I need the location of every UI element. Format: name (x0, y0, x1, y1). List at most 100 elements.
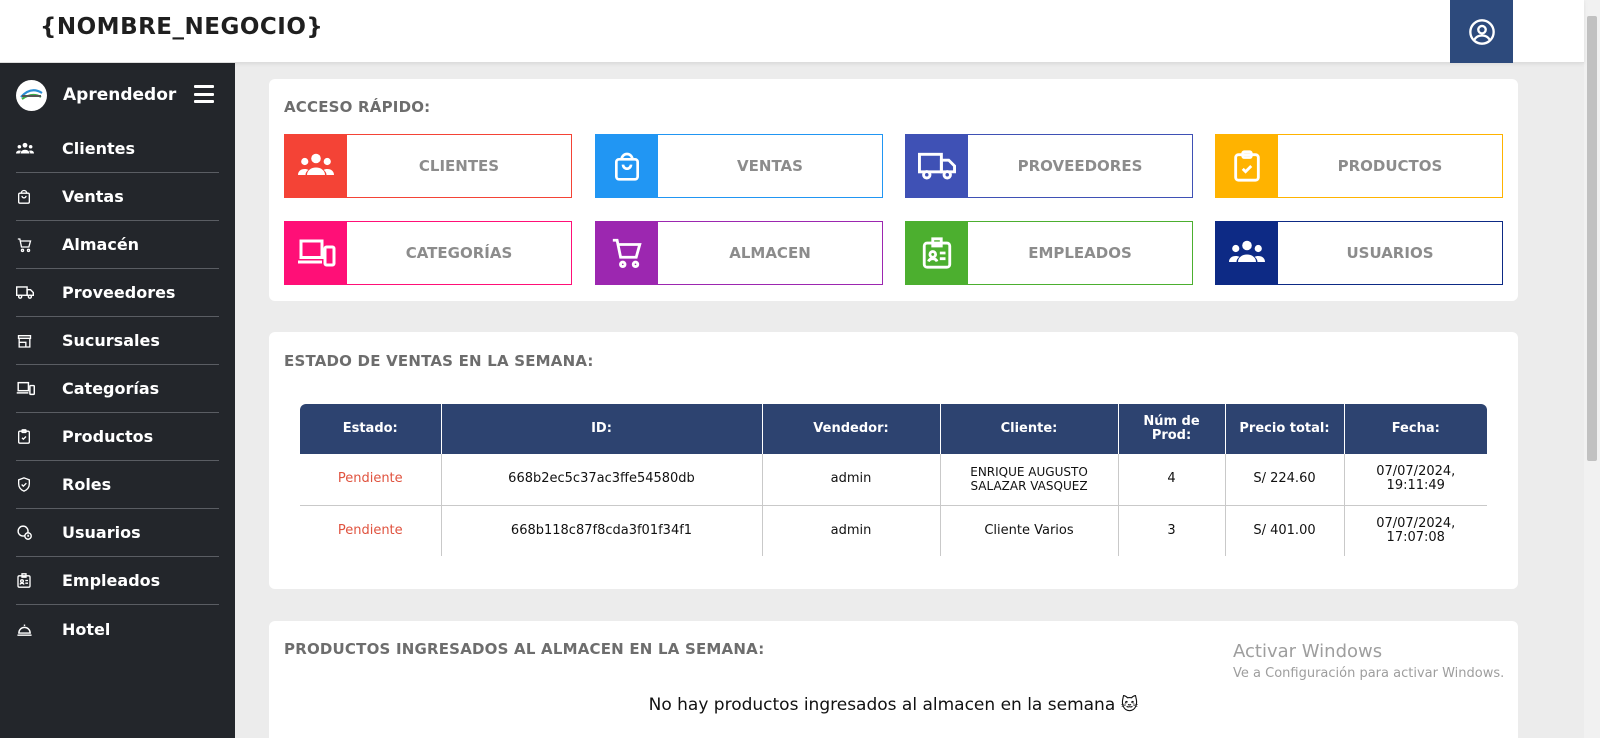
status-cell: Pendiente (300, 505, 442, 556)
sidebar-menu: Clientes Ventas Almacén Proveedores Sucu… (16, 125, 219, 653)
client-cell: Cliente Varios (940, 505, 1119, 556)
sidebar-item-productos[interactable]: Productos (16, 413, 219, 461)
date-cell: 07/07/2024, 19:11:49 (1344, 454, 1487, 506)
column-header: Fecha: (1344, 404, 1487, 454)
page-scrollbar[interactable] (1584, 0, 1600, 738)
sidebar-item-label: Productos (62, 427, 154, 446)
quick-access-label: ALMACEN (729, 244, 811, 262)
truck-icon (906, 135, 968, 197)
column-header: Núm de Prod: (1118, 404, 1226, 454)
cart-icon (596, 222, 658, 284)
sidebar-item-label: Sucursales (62, 331, 160, 350)
quick-access-almacen[interactable]: ALMACEN (595, 221, 883, 285)
sales-card: ESTADO DE VENTAS EN LA SEMANA: Estado: I… (269, 332, 1518, 589)
sidebar-item-label: Clientes (62, 139, 135, 158)
product-count-cell: 4 (1118, 454, 1226, 506)
column-header: Estado: (300, 404, 442, 454)
client-cell: ENRIQUE AUGUSTO SALAZAR VASQUEZ (940, 454, 1119, 506)
bell-service-icon (16, 622, 46, 637)
clipboard-check-icon (1216, 135, 1278, 197)
quick-access-proveedores[interactable]: PROVEEDORES (905, 134, 1193, 198)
truck-icon (16, 285, 46, 300)
column-header: Precio total: (1225, 404, 1345, 454)
sidebar-item-proveedores[interactable]: Proveedores (16, 269, 219, 317)
sidebar: Aprendedor Clientes Ventas Almacén Prove… (0, 63, 235, 738)
sidebar-item-label: Almacén (62, 235, 140, 254)
store-icon (16, 333, 46, 349)
sidebar-item-empleados[interactable]: Empleados (16, 557, 219, 605)
id-cell: 668b2ec5c37ac3ffe54580db (441, 454, 763, 506)
sidebar-item-label: Proveedores (62, 283, 176, 302)
devices-icon (285, 222, 347, 284)
watermark-title: Activar Windows (1233, 641, 1383, 662)
devices-icon (16, 381, 46, 396)
quick-access-usuarios[interactable]: USUARIOS (1215, 221, 1503, 285)
shopping-bag-icon (16, 188, 46, 205)
sidebar-header: Aprendedor (16, 79, 216, 111)
scrollbar-thumb[interactable] (1587, 16, 1597, 461)
quick-access-ventas[interactable]: VENTAS (595, 134, 883, 198)
sidebar-item-label: Ventas (62, 187, 124, 206)
table-header-row: Estado: ID: Vendedor: Cliente: Núm de Pr… (300, 404, 1487, 454)
sidebar-item-label: Empleados (62, 571, 161, 590)
date-cell: 07/07/2024, 17:07:08 (1376, 515, 1456, 545)
sales-table: Estado: ID: Vendedor: Cliente: Núm de Pr… (300, 404, 1487, 556)
quick-access-card: ACCESO RÁPIDO: CLIENTES VENTAS PROVEEDOR… (269, 79, 1518, 301)
sidebar-item-label: Categorías (62, 379, 160, 398)
sidebar-item-ventas[interactable]: Ventas (16, 173, 219, 221)
people-icon (16, 141, 46, 157)
sidebar-item-almacen[interactable]: Almacén (16, 221, 219, 269)
user-clock-icon (16, 524, 46, 541)
status-cell: Pendiente (300, 454, 442, 506)
cart-icon (16, 237, 46, 253)
people-icon (1216, 222, 1278, 284)
seller-cell: admin (762, 454, 941, 506)
table-row[interactable]: Pendiente 668b2ec5c37ac3ffe54580db admin… (300, 454, 1487, 506)
sidebar-item-usuarios[interactable]: Usuarios (16, 509, 219, 557)
quick-access-empleados[interactable]: EMPLEADOS (905, 221, 1193, 285)
badge-icon (16, 572, 46, 589)
sidebar-item-clientes[interactable]: Clientes (16, 125, 219, 173)
sidebar-item-roles[interactable]: Roles (16, 461, 219, 509)
quick-access-title: ACCESO RÁPIDO: (284, 98, 431, 116)
shield-check-icon (16, 476, 46, 493)
quick-access-productos[interactable]: PRODUCTOS (1215, 134, 1503, 198)
quick-access-label: EMPLEADOS (1028, 244, 1132, 262)
people-icon (285, 135, 347, 197)
empty-message: No hay productos ingresados al almacen e… (648, 695, 1139, 715)
column-header: Cliente: (940, 404, 1119, 454)
quick-access-label: USUARIOS (1346, 244, 1434, 262)
watermark-subtitle: Ve a Configuración para activar Windows. (1233, 666, 1505, 681)
id-cell: 668b118c87f8cda3f01f34f1 (441, 505, 763, 556)
sidebar-item-sucursales[interactable]: Sucursales (16, 317, 219, 365)
quick-access-label: CATEGORÍAS (405, 244, 513, 262)
avatar (16, 79, 47, 111)
quick-access-clientes[interactable]: CLIENTES (284, 134, 572, 198)
quick-access-label: PROVEEDORES (1017, 157, 1143, 175)
brand-name: {NOMBRE_NEGOCIO} (40, 14, 324, 40)
user-circle-icon (1468, 18, 1495, 45)
quick-access-label: CLIENTES (418, 157, 500, 175)
sidebar-item-categorias[interactable]: Categorías (16, 365, 219, 413)
total-price-cell: S/ 224.60 (1225, 454, 1345, 506)
warehouse-title: PRODUCTOS INGRESADOS AL ALMACEN EN LA SE… (284, 640, 765, 658)
sales-title: ESTADO DE VENTAS EN LA SEMANA: (284, 352, 594, 370)
clipboard-check-icon (16, 428, 46, 445)
top-bar: {NOMBRE_NEGOCIO} (0, 0, 1584, 63)
sidebar-item-hotel[interactable]: Hotel (16, 605, 219, 653)
sidebar-item-label: Usuarios (62, 523, 141, 542)
shopping-bag-icon (596, 135, 658, 197)
product-count-cell: 3 (1118, 505, 1226, 556)
sidebar-item-label: Hotel (62, 619, 111, 639)
table-row[interactable]: Pendiente 668b118c87f8cda3f01f34f1 admin… (300, 505, 1487, 556)
logo-icon (20, 88, 43, 100)
sidebar-title: Aprendedor (63, 85, 177, 105)
column-header: ID: (441, 404, 763, 454)
quick-access-categorias[interactable]: CATEGORÍAS (284, 221, 572, 285)
badge-icon (906, 222, 968, 284)
menu-toggle-icon[interactable] (194, 85, 214, 103)
column-header: Vendedor: (762, 404, 941, 454)
windows-activation-watermark: Activar Windows Ve a Configuración para … (1233, 641, 1504, 681)
quick-access-label: PRODUCTOS (1337, 157, 1443, 175)
user-account-button[interactable] (1450, 0, 1513, 63)
